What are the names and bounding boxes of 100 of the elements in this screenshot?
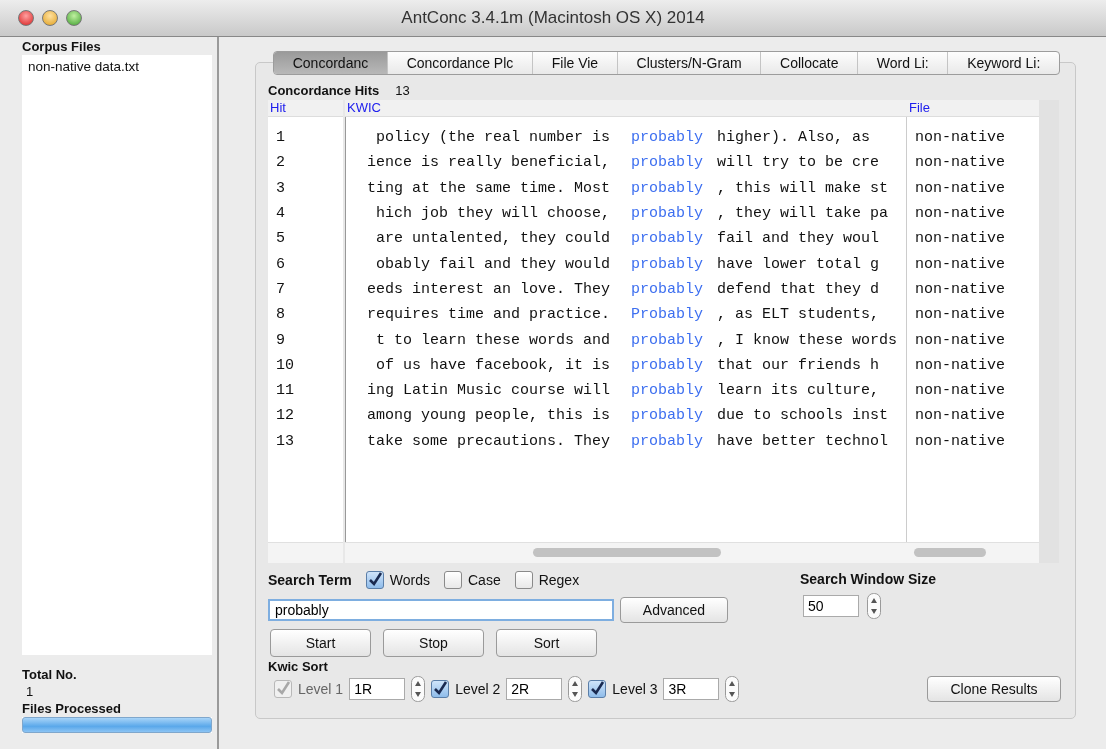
right-context: , as ELT students, (717, 306, 880, 324)
spinner-button[interactable] (867, 593, 881, 619)
keyword: probably (631, 154, 704, 172)
zoom-button[interactable] (66, 10, 82, 26)
spinner-button[interactable] (411, 676, 426, 702)
right-context: higher). Also, as (717, 129, 871, 147)
level-label: Level 1 (298, 681, 344, 697)
minimize-button[interactable] (42, 10, 58, 26)
hit-number: 5 (276, 229, 286, 250)
spinner-button[interactable] (568, 676, 583, 702)
keyword: probably (631, 432, 704, 450)
checkbox-label: Case (468, 572, 501, 588)
tab[interactable]: Word Li: (857, 52, 948, 74)
left-context: t to learn these words and (374, 331, 610, 349)
file-name-cell-text: non-native (915, 355, 1006, 376)
search-term-label: Search Term (268, 572, 352, 588)
left-context: eeds interest an love. They (365, 280, 610, 298)
hit-number: 4 (276, 204, 286, 225)
hit-number: 8 (276, 305, 286, 326)
clone-results-button[interactable]: Clone Results (927, 676, 1061, 702)
scrollbar-thumb[interactable] (914, 548, 986, 557)
checkbox-label: Regex (538, 572, 580, 588)
window-size-field[interactable]: 50 (803, 595, 859, 617)
window-title: AntConc 3.4.1m (Macintosh OS X) 2014 (401, 8, 705, 28)
total-label: Total No. (22, 667, 77, 682)
checkbox[interactable] (588, 680, 607, 698)
right-context: learn its culture, (717, 382, 880, 400)
file-name-cell-text: non-native (915, 153, 1006, 174)
tab[interactable]: Keyword Li: (947, 52, 1059, 74)
keyword: probably (631, 280, 704, 298)
corpus-file-item[interactable]: non-native data.txt (22, 59, 140, 74)
keyword: probably (631, 129, 704, 147)
horizontal-scrollbar[interactable] (345, 542, 907, 563)
checkbox[interactable] (444, 571, 462, 589)
left-context: obably fail and they would (374, 255, 610, 273)
column-header[interactable]: File (907, 100, 1039, 117)
checkbox-label: Words (389, 572, 430, 588)
total-value: 1 (25, 684, 34, 699)
keyword: Probably (631, 306, 704, 324)
left-context: requires time and practice. (365, 306, 610, 324)
right-context: will try to be cre (717, 154, 880, 172)
file-name-cell-text: non-native (915, 279, 1006, 300)
tab[interactable]: Concordance Plc (386, 52, 532, 74)
hit-number: 2 (276, 153, 286, 174)
column-header[interactable]: Hit (268, 100, 343, 117)
hit-number: 1 (276, 128, 286, 149)
right-context: that our friends h (717, 356, 880, 374)
kwic-sort-label: Kwic Sort (268, 659, 329, 674)
tab[interactable]: Concordanc (274, 52, 387, 74)
keyword: probably (631, 230, 704, 248)
left-context: ing Latin Music course will (365, 382, 610, 400)
hit-number: 7 (276, 279, 286, 300)
left-context: among young people, this is (365, 407, 610, 425)
right-context: fail and they woul (717, 230, 880, 248)
file-name-cell-text: non-native (915, 128, 1006, 149)
level-field[interactable]: 2R (506, 678, 563, 700)
horizontal-scrollbar[interactable] (907, 542, 1039, 563)
file-name-cell-text: non-native (915, 178, 1006, 199)
keyword: probably (631, 179, 704, 197)
right-context: due to schools inst (717, 407, 889, 425)
hit-number: 12 (276, 406, 295, 427)
left-context: ience is really beneficial, (365, 154, 610, 172)
keyword: probably (631, 205, 704, 223)
scrollbar-thumb[interactable] (533, 548, 721, 557)
tab[interactable]: File Vie (532, 52, 617, 74)
advanced-button[interactable]: Advanced (620, 597, 728, 623)
tab[interactable]: Clusters/N-Gram (616, 52, 761, 74)
file-name-cell-text: non-native (915, 431, 1006, 452)
column-header[interactable]: KWIC (345, 100, 907, 117)
right-context: , they will take pa (717, 205, 889, 223)
hit-number: 9 (276, 330, 286, 351)
action-button[interactable]: Sort (496, 629, 597, 657)
hit-number: 11 (276, 381, 295, 402)
tab[interactable]: Collocate (760, 52, 858, 74)
file-name-cell-text: non-native (915, 254, 1006, 275)
hits-count: 13 (395, 83, 410, 98)
hit-number: 10 (276, 355, 295, 376)
action-button[interactable]: Start (270, 629, 371, 657)
left-context: hich job they will choose, (374, 205, 610, 223)
files-processed-label: Files Processed (22, 701, 121, 716)
search-window-size-label: Search Window Size (800, 571, 936, 587)
action-button[interactable]: Stop (383, 629, 484, 657)
checkbox[interactable] (365, 571, 384, 589)
keyword: probably (631, 407, 704, 425)
file-name-cell-text: non-native (915, 204, 1006, 225)
hit-number: 6 (276, 254, 286, 275)
spinner-button[interactable] (725, 676, 740, 702)
right-context: defend that they d (717, 280, 880, 298)
vertical-scrollbar[interactable] (1039, 100, 1059, 563)
level-field[interactable]: 3R (663, 678, 720, 700)
search-field[interactable]: probably (268, 599, 614, 621)
file-name-cell-text: non-native (915, 229, 1006, 250)
file-name-cell-text: non-native (915, 406, 1006, 427)
keyword: probably (631, 356, 704, 374)
keyword: probably (631, 382, 704, 400)
hit-number: 3 (276, 178, 286, 199)
hits-label: Concordance Hits (268, 83, 380, 98)
checkbox[interactable] (431, 680, 450, 698)
close-button[interactable] (18, 10, 34, 26)
checkbox[interactable] (514, 571, 533, 589)
